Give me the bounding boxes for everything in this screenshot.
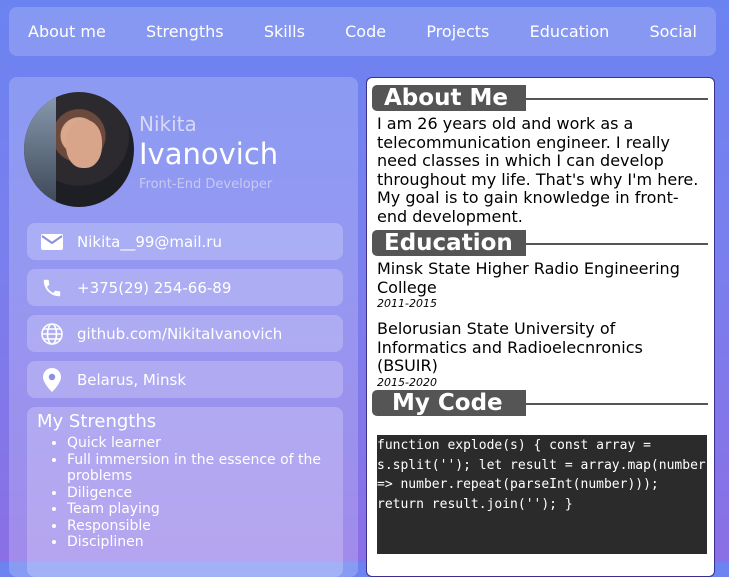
mail-icon [27,233,77,251]
nav-code[interactable]: Code [345,22,386,41]
contact-location: Belarus, Minsk [27,361,343,398]
about-title: About Me [372,85,526,111]
code-heading: My Code [372,390,708,416]
nav-education[interactable]: Education [530,22,610,41]
about-text: I am 26 years old and work as a telecomm… [377,114,699,226]
github-link[interactable]: github.com/NikitaIvanovich [77,325,282,343]
list-item: Diligence [67,485,339,502]
nav-skills[interactable]: Skills [264,22,305,41]
nav-projects[interactable]: Projects [426,22,489,41]
strengths-list: Quick learner Full immersion in the esse… [35,435,339,551]
education-item: Minsk State Higher Radio Engineering Col… [377,259,707,310]
job-title: Front-End Developer [139,177,273,192]
contact-phone[interactable]: +375(29) 254-66-89 [27,269,343,306]
education-item: Belorusian State University of Informati… [377,319,707,389]
top-nav: About me Strengths Skills Code Projects … [9,7,716,56]
heading-rule [522,243,708,245]
education-heading: Education [372,230,708,256]
globe-icon [27,322,77,346]
code-block: function explode(s) { const array = s.sp… [377,435,707,554]
contact-email[interactable]: Nikita__99@mail.ru [27,223,343,260]
school-name: Belorusian State University of Informati… [377,319,643,375]
about-heading: About Me [372,85,708,111]
school-years: 2015-2020 [377,375,437,389]
location-pin-icon [27,367,77,392]
list-item: Disciplinen [67,534,339,551]
phone-text: +375(29) 254-66-89 [77,278,232,297]
nav-about-me[interactable]: About me [28,22,106,41]
code-title: My Code [372,390,526,416]
school-name: Minsk State Higher Radio Engineering Col… [377,259,680,297]
strengths-card: My Strengths Quick learner Full immersio… [27,407,343,577]
first-name: Nikita [139,112,197,136]
avatar [24,92,134,207]
heading-rule [522,98,708,100]
phone-icon [27,277,77,299]
content-panel: About Me I am 26 years old and work as a… [366,77,715,577]
heading-rule [522,403,708,405]
list-item: Team playing [67,501,339,518]
education-title: Education [372,230,526,256]
contact-github[interactable]: github.com/NikitaIvanovich [27,315,343,352]
nav-social[interactable]: Social [649,22,696,41]
list-item: Full immersion in the essence of the pro… [67,452,339,485]
last-name: Ivanovich [139,137,279,171]
location-text: Belarus, Minsk [77,370,187,389]
list-item: Responsible [67,518,339,535]
nav-strengths[interactable]: Strengths [146,22,224,41]
list-item: Quick learner [67,435,339,452]
email-text: Nikita__99@mail.ru [77,232,222,251]
profile-sidebar: Nikita Ivanovich Front-End Developer Nik… [9,77,358,577]
strengths-title: My Strengths [37,411,157,432]
school-years: 2011-2015 [377,297,437,310]
